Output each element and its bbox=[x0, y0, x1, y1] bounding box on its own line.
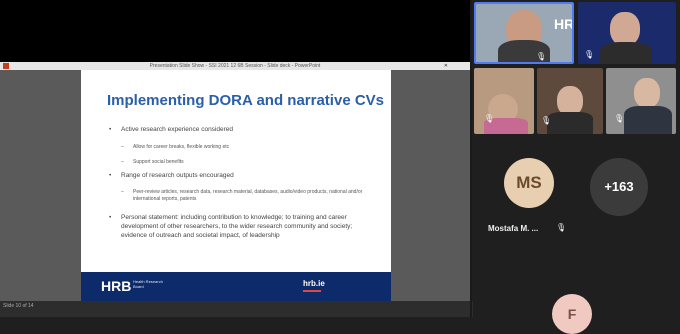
video-tile-participant[interactable]: 🎙 bbox=[578, 2, 676, 64]
sub-bullet-icon: – bbox=[121, 144, 124, 150]
close-icon[interactable]: ✕ bbox=[444, 62, 448, 70]
mic-muted-icon[interactable]: 🎙 bbox=[614, 114, 624, 124]
powerpoint-titlebar: Presentation Slide Show - SSI 2021 12 6B… bbox=[0, 62, 470, 70]
mic-muted-icon[interactable]: 🎙 bbox=[484, 114, 494, 124]
bullet-icon: • bbox=[109, 214, 112, 221]
slide-sub-bullet: Support social benefits bbox=[133, 159, 184, 165]
avatar-initials[interactable]: MS bbox=[504, 158, 554, 208]
slide: Implementing DORA and narrative CVs • Ac… bbox=[81, 70, 391, 301]
slide-footer: HRB Health Research Board hrb.ie bbox=[81, 272, 391, 301]
video-tile-speaker[interactable]: HR 🎙 bbox=[474, 2, 574, 64]
status-bar: Slide 10 of 14 bbox=[0, 301, 473, 317]
bullet-icon: • bbox=[109, 172, 112, 179]
slide-bullet: Range of research outputs encouraged bbox=[121, 172, 234, 179]
participant-face bbox=[610, 12, 640, 46]
window-title: Presentation Slide Show - SSI 2021 12 6B… bbox=[149, 63, 321, 69]
participant-body bbox=[600, 42, 652, 64]
hrb-backdrop-logo: HR bbox=[554, 16, 574, 32]
participant-body bbox=[624, 106, 672, 134]
panel-divider bbox=[470, 0, 472, 317]
mic-muted-icon[interactable]: 🎙 bbox=[536, 52, 546, 62]
sub-bullet-icon: – bbox=[121, 189, 124, 195]
hrb-underline bbox=[303, 290, 321, 292]
slide-bullet: Personal statement: including contributi… bbox=[121, 214, 353, 239]
slide-sub-bullet: Peer-review articles, research data, res… bbox=[133, 189, 363, 202]
avatar-initial[interactable]: F bbox=[552, 294, 592, 334]
video-tile-participant[interactable]: 🎙 bbox=[474, 68, 534, 134]
sub-bullet-icon: – bbox=[121, 159, 124, 165]
participant-name: Mostafa M. ... bbox=[488, 224, 539, 233]
hrb-logo-text: Health Research Board bbox=[133, 279, 163, 289]
bullet-icon: • bbox=[109, 126, 112, 133]
powerpoint-logo-icon bbox=[3, 63, 9, 69]
slide-title: Implementing DORA and narrative CVs bbox=[107, 92, 385, 109]
hrb-url: hrb.ie bbox=[303, 279, 325, 288]
mic-muted-icon[interactable]: 🎙 bbox=[556, 223, 566, 233]
more-participants-button[interactable]: +163 bbox=[590, 158, 648, 216]
mic-muted-icon[interactable]: 🎙 bbox=[584, 50, 594, 60]
hrb-logo: HRB bbox=[101, 278, 132, 294]
slide-sub-bullet: Allow for career breaks, flexible workin… bbox=[133, 144, 230, 150]
mic-muted-icon[interactable]: 🎙 bbox=[541, 116, 551, 126]
participant-face bbox=[634, 78, 660, 108]
participant-body bbox=[547, 112, 593, 134]
video-tile-participant[interactable]: 🎙 bbox=[606, 68, 676, 134]
slide-bullet: Active research experience considered bbox=[121, 126, 234, 133]
video-tile-participant[interactable]: 🎙 bbox=[537, 68, 603, 134]
